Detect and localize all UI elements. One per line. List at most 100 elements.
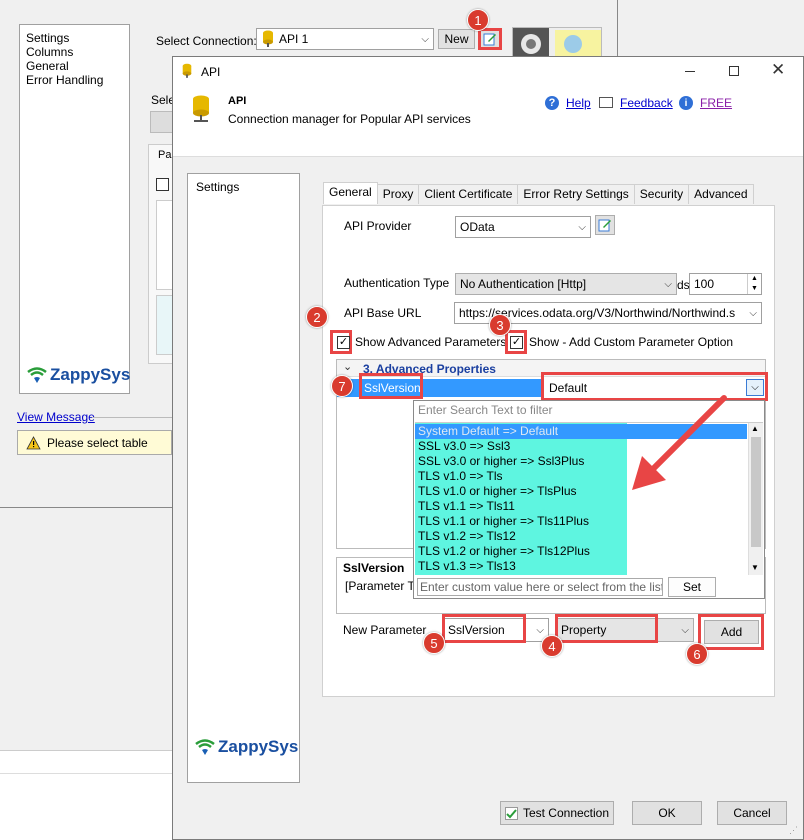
dialog-nav-list: Settings ZappySys <box>187 173 300 783</box>
stepper-arrows-icon[interactable]: ▲ ▼ <box>747 274 761 294</box>
help-link[interactable]: Help <box>566 96 591 110</box>
dropdown-option[interactable]: TLS v1.1 => Tls11 <box>415 499 747 514</box>
dialog-title: API <box>201 65 221 79</box>
partial-gray-box <box>150 111 174 133</box>
custom-value-input[interactable]: Enter custom value here or select from t… <box>417 578 663 596</box>
partial-tab-panel: Par <box>148 144 175 364</box>
background-nav-item[interactable]: General <box>26 59 129 73</box>
api-provider-combo[interactable]: OData ⌵ <box>455 216 591 238</box>
zappysys-logo: ZappySys <box>26 365 130 385</box>
bottom-white-area <box>0 750 176 840</box>
scrollbar-thumb[interactable] <box>751 437 761 547</box>
background-nav-list: Settings Columns General Error Handling … <box>19 24 130 394</box>
new-connection-button[interactable]: New <box>438 29 475 49</box>
select-connection-combo[interactable]: API 1 ⌵ <box>256 28 434 50</box>
background-nav-item[interactable]: Settings <box>26 31 129 45</box>
warning-icon <box>26 435 41 449</box>
dropdown-option[interactable]: TLS v1.2 or higher => Tls12Plus <box>415 544 747 559</box>
show-advanced-checkbox[interactable]: ✓ <box>337 336 350 349</box>
annotation-arrow <box>632 395 727 490</box>
chevron-down-icon: ⌵ <box>749 307 757 319</box>
auth-type-label: Authentication Type <box>344 276 450 290</box>
wifi-logo-icon <box>195 739 215 755</box>
show-custom-label: Show - Add Custom Parameter Option <box>529 335 734 349</box>
minimize-icon[interactable] <box>685 71 695 72</box>
cancel-button[interactable]: Cancel <box>717 801 787 825</box>
background-nav-item[interactable]: Columns <box>26 45 129 59</box>
property-dropdown-button[interactable]: ⌵ <box>746 379 764 396</box>
api-provider-edit-button[interactable] <box>595 215 615 235</box>
auth-type-value: No Authentication [Http] <box>460 277 587 291</box>
edit-icon <box>483 33 496 46</box>
help-icon[interactable]: ? <box>545 96 559 110</box>
header-title: API <box>228 95 247 107</box>
view-message-link[interactable]: View Message <box>17 410 95 424</box>
background-right-area <box>618 0 804 56</box>
test-connection-label: Test Connection <box>522 806 610 820</box>
tab-security[interactable]: Security <box>633 184 690 204</box>
collapse-icon[interactable]: ⌄ <box>343 360 352 373</box>
maximize-icon[interactable] <box>729 66 739 76</box>
logo-text: ZappySys <box>218 737 299 756</box>
property-value: Default <box>549 381 588 395</box>
info-icon[interactable]: i <box>679 96 693 110</box>
annotation-badge-7: 7 <box>331 375 353 397</box>
description-title: SslVersion <box>343 561 405 575</box>
separator-line <box>92 417 172 418</box>
chevron-down-icon: ⌵ <box>578 221 586 233</box>
header-subtitle: Connection manager for Popular API servi… <box>228 112 471 126</box>
zappysys-logo: ZappySys <box>194 737 298 757</box>
show-custom-checkbox[interactable]: ✓ <box>510 336 523 349</box>
edit-connection-button[interactable] <box>478 28 502 50</box>
annotation-badge-3: 3 <box>489 314 511 336</box>
dialog-titlebar: API ✕ <box>173 57 803 87</box>
api-logo-icon <box>191 95 211 126</box>
tab-general[interactable]: General <box>323 182 378 204</box>
annotation-badge-2: 2 <box>306 306 328 328</box>
tab-proxy[interactable]: Proxy <box>376 184 420 204</box>
set-button[interactable]: Set <box>668 577 716 597</box>
wifi-logo-icon <box>27 367 47 383</box>
chevron-down-icon: ⌵ <box>664 278 672 290</box>
chevron-down-icon: ⌵ <box>681 624 689 636</box>
new-parameter-name-highlight <box>442 614 526 643</box>
auth-type-combo[interactable]: No Authentication [Http] ⌵ <box>455 273 677 295</box>
new-parameter-type-highlight <box>555 614 658 643</box>
tab-advanced[interactable]: Advanced <box>688 184 754 204</box>
feedback-link[interactable]: Feedback <box>620 96 673 110</box>
partial-checkbox[interactable] <box>156 178 169 191</box>
tab-error-retry-settings[interactable]: Error Retry Settings <box>517 184 635 204</box>
resize-grip-icon[interactable]: ⋰ <box>789 825 798 836</box>
mail-icon <box>599 97 613 108</box>
annotation-badge-6: 6 <box>686 643 708 665</box>
add-button-highlight <box>698 614 764 650</box>
annotation-badge-5: 5 <box>423 632 445 654</box>
dialog-nav-item-settings[interactable]: Settings <box>188 174 299 194</box>
free-link[interactable]: FREE <box>700 96 732 110</box>
dropdown-option[interactable]: TLS v1.2 => Tls12 <box>415 529 747 544</box>
annotation-badge-1: 1 <box>467 9 489 31</box>
background-nav-item[interactable]: Error Handling <box>26 73 129 87</box>
ok-button[interactable]: OK <box>632 801 702 825</box>
connection-preview-image <box>512 27 602 60</box>
tab-client-certificate[interactable]: Client Certificate <box>418 184 519 204</box>
chevron-down-icon: ⌵ <box>421 33 429 45</box>
checkmark-icon <box>504 806 518 820</box>
dropdown-option[interactable]: TLS v1.1 or higher => Tls11Plus <box>415 514 747 529</box>
select-connection-value: API 1 <box>279 32 309 46</box>
dropdown-option[interactable]: TLS v1.3 => Tls13 <box>415 559 747 574</box>
base-url-label: API Base URL <box>344 306 422 320</box>
select-connection-label: Select Connection: <box>156 34 257 48</box>
tab-strip: General Proxy Client Certificate Error R… <box>323 182 754 204</box>
test-connection-button[interactable]: Test Connection <box>500 801 614 825</box>
show-advanced-label: Show Advanced Parameters <box>355 335 507 349</box>
description-text: [Parameter T <box>345 579 415 593</box>
edit-icon <box>598 219 611 232</box>
dialog-header: API Connection manager for Popular API s… <box>173 87 803 157</box>
timeout-value: 100 <box>694 277 715 291</box>
close-icon[interactable]: ✕ <box>771 60 785 80</box>
timeout-stepper[interactable]: 100 ▲ ▼ <box>689 273 762 295</box>
api-provider-value: OData <box>460 220 495 234</box>
options-scrollbar[interactable]: ▲ ▼ <box>748 423 763 575</box>
bottom-divider <box>0 773 176 774</box>
